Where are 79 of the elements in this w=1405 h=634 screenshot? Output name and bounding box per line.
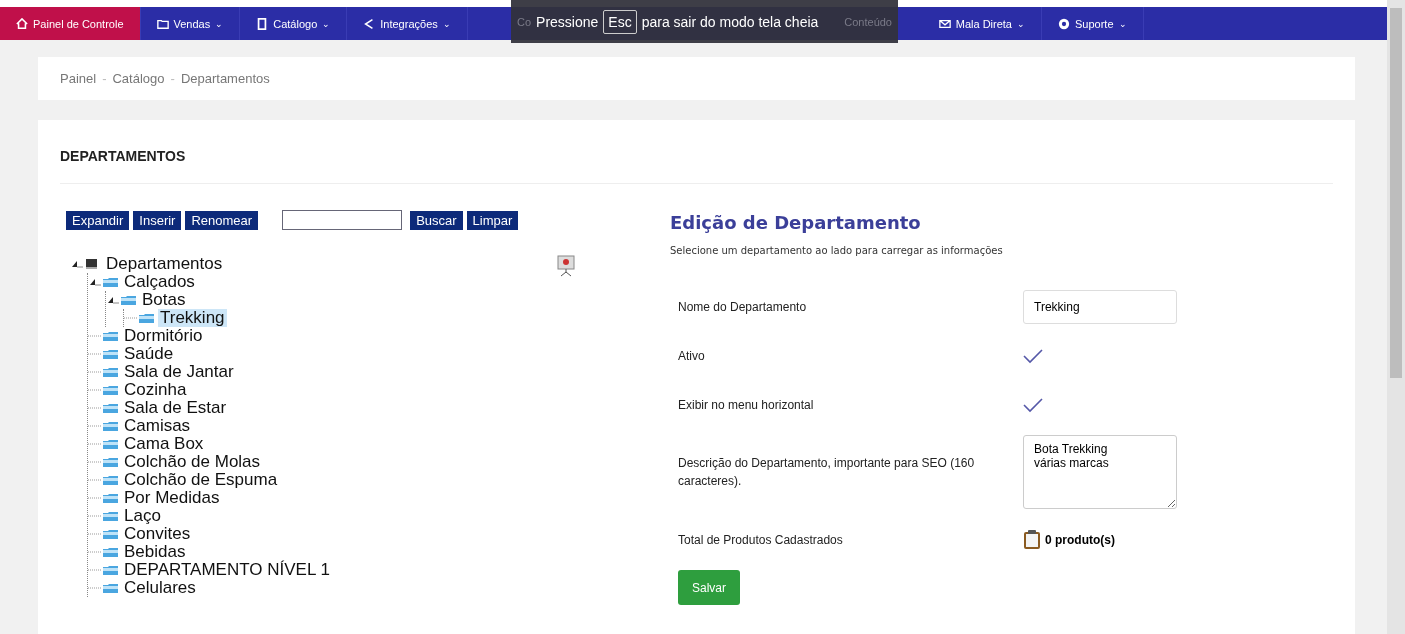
search-field[interactable] — [282, 210, 403, 230]
folder-icon — [102, 366, 119, 378]
folder-icon — [120, 294, 137, 306]
field-label: Descrição do Departamento, importante para SEO (160 caracteres). — [677, 455, 976, 490]
folder-icon — [102, 528, 119, 540]
toolbar-button[interactable]: Buscar — [410, 210, 463, 230]
scrollbar[interactable] — [1387, 0, 1405, 634]
editor-title: Edição de Departamento — [670, 212, 922, 233]
toolbar-button[interactable]: Inserir — [133, 210, 182, 230]
breadcrumb-separator: - — [170, 71, 175, 86]
notice-text: para sair do modo tela cheia — [641, 13, 819, 30]
folder-icon — [102, 276, 119, 288]
tree-item[interactable]: Laço — [122, 507, 163, 525]
tree-item[interactable]: Bebidas — [122, 543, 188, 561]
checkmark-icon[interactable] — [1023, 347, 1043, 364]
nav-item[interactable]: Painel de Controle — [0, 7, 141, 40]
tree-item[interactable]: Sala de Jantar — [122, 363, 236, 381]
field-label: Exibir no menu horizontal — [677, 396, 815, 414]
folder-icon — [102, 510, 119, 522]
folder-icon — [102, 438, 119, 450]
breadcrumb-item[interactable]: Catálogo — [112, 71, 165, 86]
toolbar-button[interactable]: Limpar — [466, 210, 519, 230]
nav-item[interactable]: Integrações ⌄ — [347, 7, 468, 40]
editor-subtitle: Selecione um departamento ao lado para carregar as informações — [670, 245, 1004, 256]
folder-icon — [102, 492, 119, 504]
toolbar-button[interactable]: Expandir — [66, 210, 130, 230]
tree-item[interactable]: Calçados — [122, 273, 197, 291]
nav-item[interactable]: Mala Direta ⌄ — [922, 7, 1042, 40]
tree-item[interactable]: Trekking — [158, 309, 227, 327]
nav-item[interactable]: Vendas ⌄ — [140, 7, 241, 40]
page-title: DEPARTAMENTOS — [60, 120, 1333, 184]
folder-icon — [138, 312, 155, 324]
tree-item[interactable]: Dormitório — [122, 327, 205, 345]
folder-icon — [102, 546, 119, 558]
name-field[interactable]: Trekking — [1023, 289, 1177, 324]
folder-icon — [102, 384, 119, 396]
nav-item[interactable]: Suporte ⌄ — [1042, 7, 1144, 40]
tree-item[interactable]: Celulares — [122, 579, 198, 597]
tree-item[interactable]: Cozinha — [122, 381, 189, 399]
clipboard-icon — [1023, 529, 1041, 550]
tree-item[interactable]: Departamentos — [104, 255, 225, 273]
folder-icon — [102, 330, 119, 342]
mail-icon — [938, 17, 951, 30]
tree-item[interactable]: Colchão de Espuma — [122, 471, 280, 489]
folder-icon — [102, 348, 119, 360]
folder-icon — [102, 456, 119, 468]
field-label: Nome do Departamento — [677, 298, 808, 316]
tree-item[interactable]: Sala de Estar — [122, 399, 229, 417]
breadcrumb-separator: - — [102, 71, 107, 86]
book-icon — [256, 17, 269, 30]
notice-text: Pressione — [536, 13, 599, 30]
folder-icon — [102, 582, 119, 594]
folder-icon — [156, 17, 169, 30]
tree-item[interactable]: Saúde — [122, 345, 176, 363]
key-label: Esc — [603, 9, 637, 34]
toolbar-button[interactable]: Renomear — [185, 210, 259, 230]
home-icon — [16, 17, 28, 30]
checkmark-icon[interactable] — [1023, 396, 1043, 413]
presentation-icon[interactable] — [556, 255, 576, 277]
tree-item[interactable]: DEPARTAMENTO NÍVEL 1 — [122, 561, 332, 579]
field-label: Total de Produtos Cadastrados — [677, 531, 844, 549]
tree-item[interactable]: Por Medidas — [122, 489, 222, 507]
tree-item[interactable]: Botas — [140, 291, 188, 309]
breadcrumb-item[interactable]: Departamentos — [180, 71, 270, 86]
tree-item[interactable]: Cama Box — [122, 435, 206, 453]
product-count: 0 produto(s) — [1045, 532, 1115, 547]
folder-icon — [102, 564, 119, 576]
folder-icon — [102, 420, 119, 432]
breadcrumb-item[interactable]: Painel — [60, 71, 97, 86]
tree-item[interactable]: Camisas — [122, 417, 193, 435]
tree-item[interactable]: Colchão de Molas — [122, 453, 263, 471]
support-icon — [1058, 17, 1070, 30]
tree-item[interactable]: Convites — [122, 525, 193, 543]
folder-icon — [102, 474, 119, 486]
field-label: Ativo — [677, 347, 706, 365]
nav-item[interactable]: Catálogo ⌄ — [240, 7, 348, 40]
description-field[interactable]: Bota Trekking várias marcas — [1023, 435, 1177, 509]
folder-icon — [102, 402, 119, 414]
share-icon — [363, 17, 376, 30]
